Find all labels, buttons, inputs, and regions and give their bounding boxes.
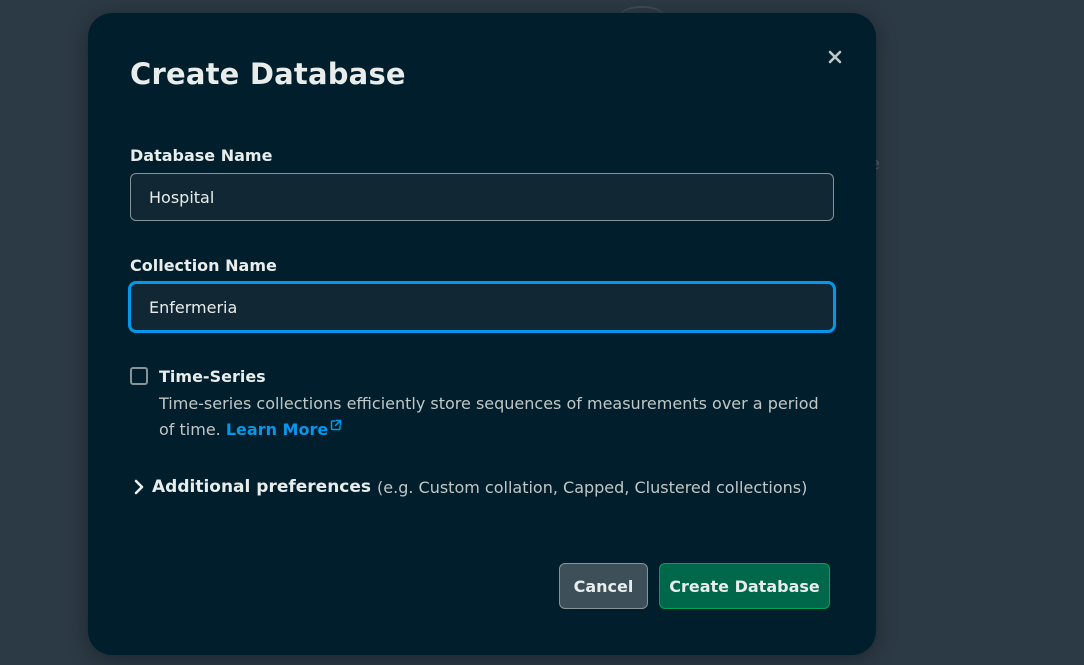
collection-name-label: Collection Name xyxy=(130,256,277,275)
time-series-description: Time-series collections efficiently stor… xyxy=(159,391,829,443)
cancel-button[interactable]: Cancel xyxy=(559,563,648,609)
additional-preferences-hint: (e.g. Custom collation, Capped, Clustere… xyxy=(377,477,808,497)
additional-preferences-toggle[interactable]: Additional preferences (e.g. Custom coll… xyxy=(132,477,807,497)
learn-more-label: Learn More xyxy=(225,420,329,439)
chevron-right-icon xyxy=(134,479,144,495)
external-link-icon xyxy=(330,419,342,431)
modal-title: Create Database xyxy=(130,57,406,91)
create-database-modal: Create Database Database Name Collection… xyxy=(88,13,876,655)
database-name-label: Database Name xyxy=(130,146,273,165)
collection-name-input[interactable] xyxy=(130,283,834,331)
database-name-input[interactable] xyxy=(130,173,834,221)
close-button[interactable] xyxy=(824,46,846,68)
close-icon xyxy=(828,50,842,64)
learn-more-link[interactable]: Learn More xyxy=(225,419,342,439)
time-series-label: Time-Series xyxy=(159,367,266,386)
create-database-button[interactable]: Create Database xyxy=(659,563,830,609)
additional-preferences-label: Additional preferences xyxy=(152,477,372,497)
time-series-checkbox[interactable] xyxy=(130,367,148,385)
